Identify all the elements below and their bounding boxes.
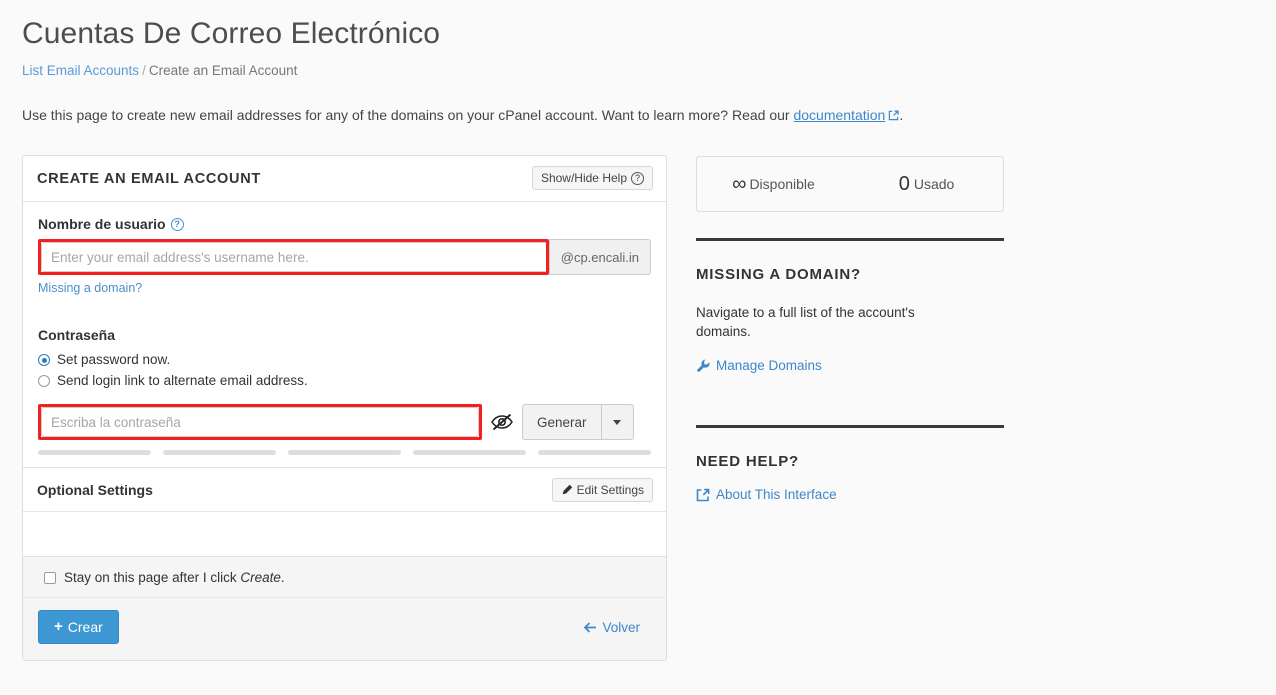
password-highlight-box — [38, 404, 482, 440]
sidebar-divider-2 — [696, 425, 1004, 428]
page-title: Cuentas De Correo Electrónico — [22, 17, 441, 50]
panel-footer: Stay on this page after I click Create. … — [23, 556, 666, 660]
account-stats-box: ∞ Disponible 0 Usado — [696, 156, 1004, 212]
stat-available: ∞ Disponible — [697, 173, 850, 196]
breadcrumb-current: Create an Email Account — [148, 63, 298, 78]
available-label: Disponible — [749, 175, 815, 192]
page-description: Use this page to create new email addres… — [22, 106, 903, 125]
arrow-left-icon — [584, 621, 597, 633]
radio-set-password-now-label: Set password now. — [57, 352, 171, 367]
chevron-down-icon — [613, 419, 622, 425]
strength-segment — [538, 450, 651, 455]
show-hide-help-button[interactable]: Show/Hide Help ? — [531, 166, 653, 190]
action-row: + Crear Volver — [23, 598, 666, 660]
stay-on-page-row[interactable]: Stay on this page after I click Create. — [23, 557, 666, 598]
sidebar: ∞ Disponible 0 Usado MISSING A DOMAIN? Nav… — [696, 156, 1004, 502]
create-button[interactable]: + Crear — [38, 610, 119, 644]
about-this-interface-link[interactable]: About This Interface — [696, 487, 1004, 502]
optional-settings-header: Optional Settings Edit Settings — [23, 467, 666, 511]
stay-on-page-label-suffix: . — [280, 570, 285, 585]
missing-a-domain-link[interactable]: Missing a domain? — [38, 281, 142, 295]
password-label-text: Contraseña — [38, 327, 116, 343]
edit-settings-label: Edit Settings — [576, 483, 644, 497]
username-label-text: Nombre de usuario — [38, 216, 166, 232]
manage-domains-label: Manage Domains — [716, 358, 822, 373]
back-link-label: Volver — [602, 619, 640, 635]
show-hide-help-label: Show/Hide Help — [540, 171, 627, 185]
toggle-password-visibility-button[interactable] — [482, 404, 522, 440]
question-mark-icon: ? — [631, 171, 644, 185]
external-link-icon — [696, 488, 710, 502]
need-help-heading: NEED HELP? — [696, 453, 800, 470]
generate-password-button[interactable]: Generar — [522, 404, 602, 440]
panel-header: CREATE AN EMAIL ACCOUNT Show/Hide Help ? — [23, 156, 666, 202]
wrench-icon — [696, 359, 710, 373]
edit-settings-button[interactable]: Edit Settings — [551, 478, 653, 502]
panel-body: Nombre de usuario ? @cp.encali.in Missin… — [23, 202, 666, 467]
password-strength-meter — [38, 450, 651, 461]
panel-title: CREATE AN EMAIL ACCOUNT — [37, 170, 261, 187]
plus-icon: + — [54, 618, 63, 635]
page-description-suffix: . — [899, 107, 904, 123]
external-link-icon — [888, 110, 899, 121]
create-button-label: Crear — [67, 619, 103, 635]
stay-on-page-label: Stay on this page after I click Create. — [64, 570, 285, 585]
breadcrumb-separator: / — [142, 63, 146, 78]
generate-options-dropdown-button[interactable] — [601, 404, 634, 440]
username-label: Nombre de usuario ? — [38, 216, 651, 232]
strength-segment — [288, 450, 401, 455]
stay-on-page-label-prefix: Stay on this page after I click — [64, 570, 237, 585]
password-label: Contraseña — [38, 327, 651, 343]
available-value: ∞ — [732, 172, 746, 195]
pencil-icon — [561, 484, 573, 496]
about-this-interface-label: About This Interface — [716, 487, 837, 502]
eye-slash-icon — [490, 412, 514, 432]
password-input[interactable] — [41, 407, 479, 437]
password-input-row: Generar — [38, 404, 651, 440]
username-input[interactable] — [41, 242, 546, 272]
page-description-text: Use this page to create new email addres… — [22, 107, 790, 123]
optional-settings-body — [23, 511, 666, 556]
optional-settings-title: Optional Settings — [37, 481, 153, 498]
sidebar-divider — [696, 238, 1004, 241]
used-value: 0 — [898, 172, 910, 195]
username-input-row: @cp.encali.in — [38, 239, 651, 275]
strength-segment — [413, 450, 526, 455]
radio-send-login-link[interactable]: Send login link to alternate email addre… — [38, 371, 651, 391]
username-highlight-box — [38, 239, 549, 275]
manage-domains-link[interactable]: Manage Domains — [696, 358, 1004, 373]
missing-domain-text: Navigate to a full list of the account's… — [696, 305, 915, 339]
radio-icon-unselected[interactable] — [38, 375, 50, 387]
stat-used: 0 Usado — [850, 173, 1003, 196]
page-root: Cuentas De Correo Electrónico List Email… — [0, 0, 1276, 695]
breadcrumb: List Email Accounts / Create an Email Acco… — [22, 62, 297, 80]
radio-set-password-now[interactable]: Set password now. — [38, 350, 651, 370]
need-help-section: NEED HELP? About This Interface — [696, 425, 1004, 502]
strength-segment — [163, 450, 276, 455]
radio-icon-selected[interactable] — [38, 354, 50, 366]
used-label: Usado — [913, 175, 955, 192]
documentation-link[interactable]: documentation — [793, 107, 885, 123]
breadcrumb-link-list-email-accounts[interactable]: List Email Accounts — [22, 63, 139, 78]
domain-suffix-addon: @cp.encali.in — [548, 239, 651, 275]
stay-on-page-checkbox[interactable] — [44, 571, 56, 584]
missing-domain-heading: MISSING A DOMAIN? — [696, 266, 861, 283]
back-link[interactable]: Volver — [584, 620, 640, 635]
radio-send-login-link-label: Send login link to alternate email addre… — [57, 373, 308, 388]
create-email-account-panel: CREATE AN EMAIL ACCOUNT Show/Hide Help ?… — [22, 155, 667, 661]
help-circle-icon[interactable]: ? — [170, 217, 184, 231]
stay-on-page-label-emphasis: Create — [240, 570, 281, 585]
strength-segment — [38, 450, 151, 455]
